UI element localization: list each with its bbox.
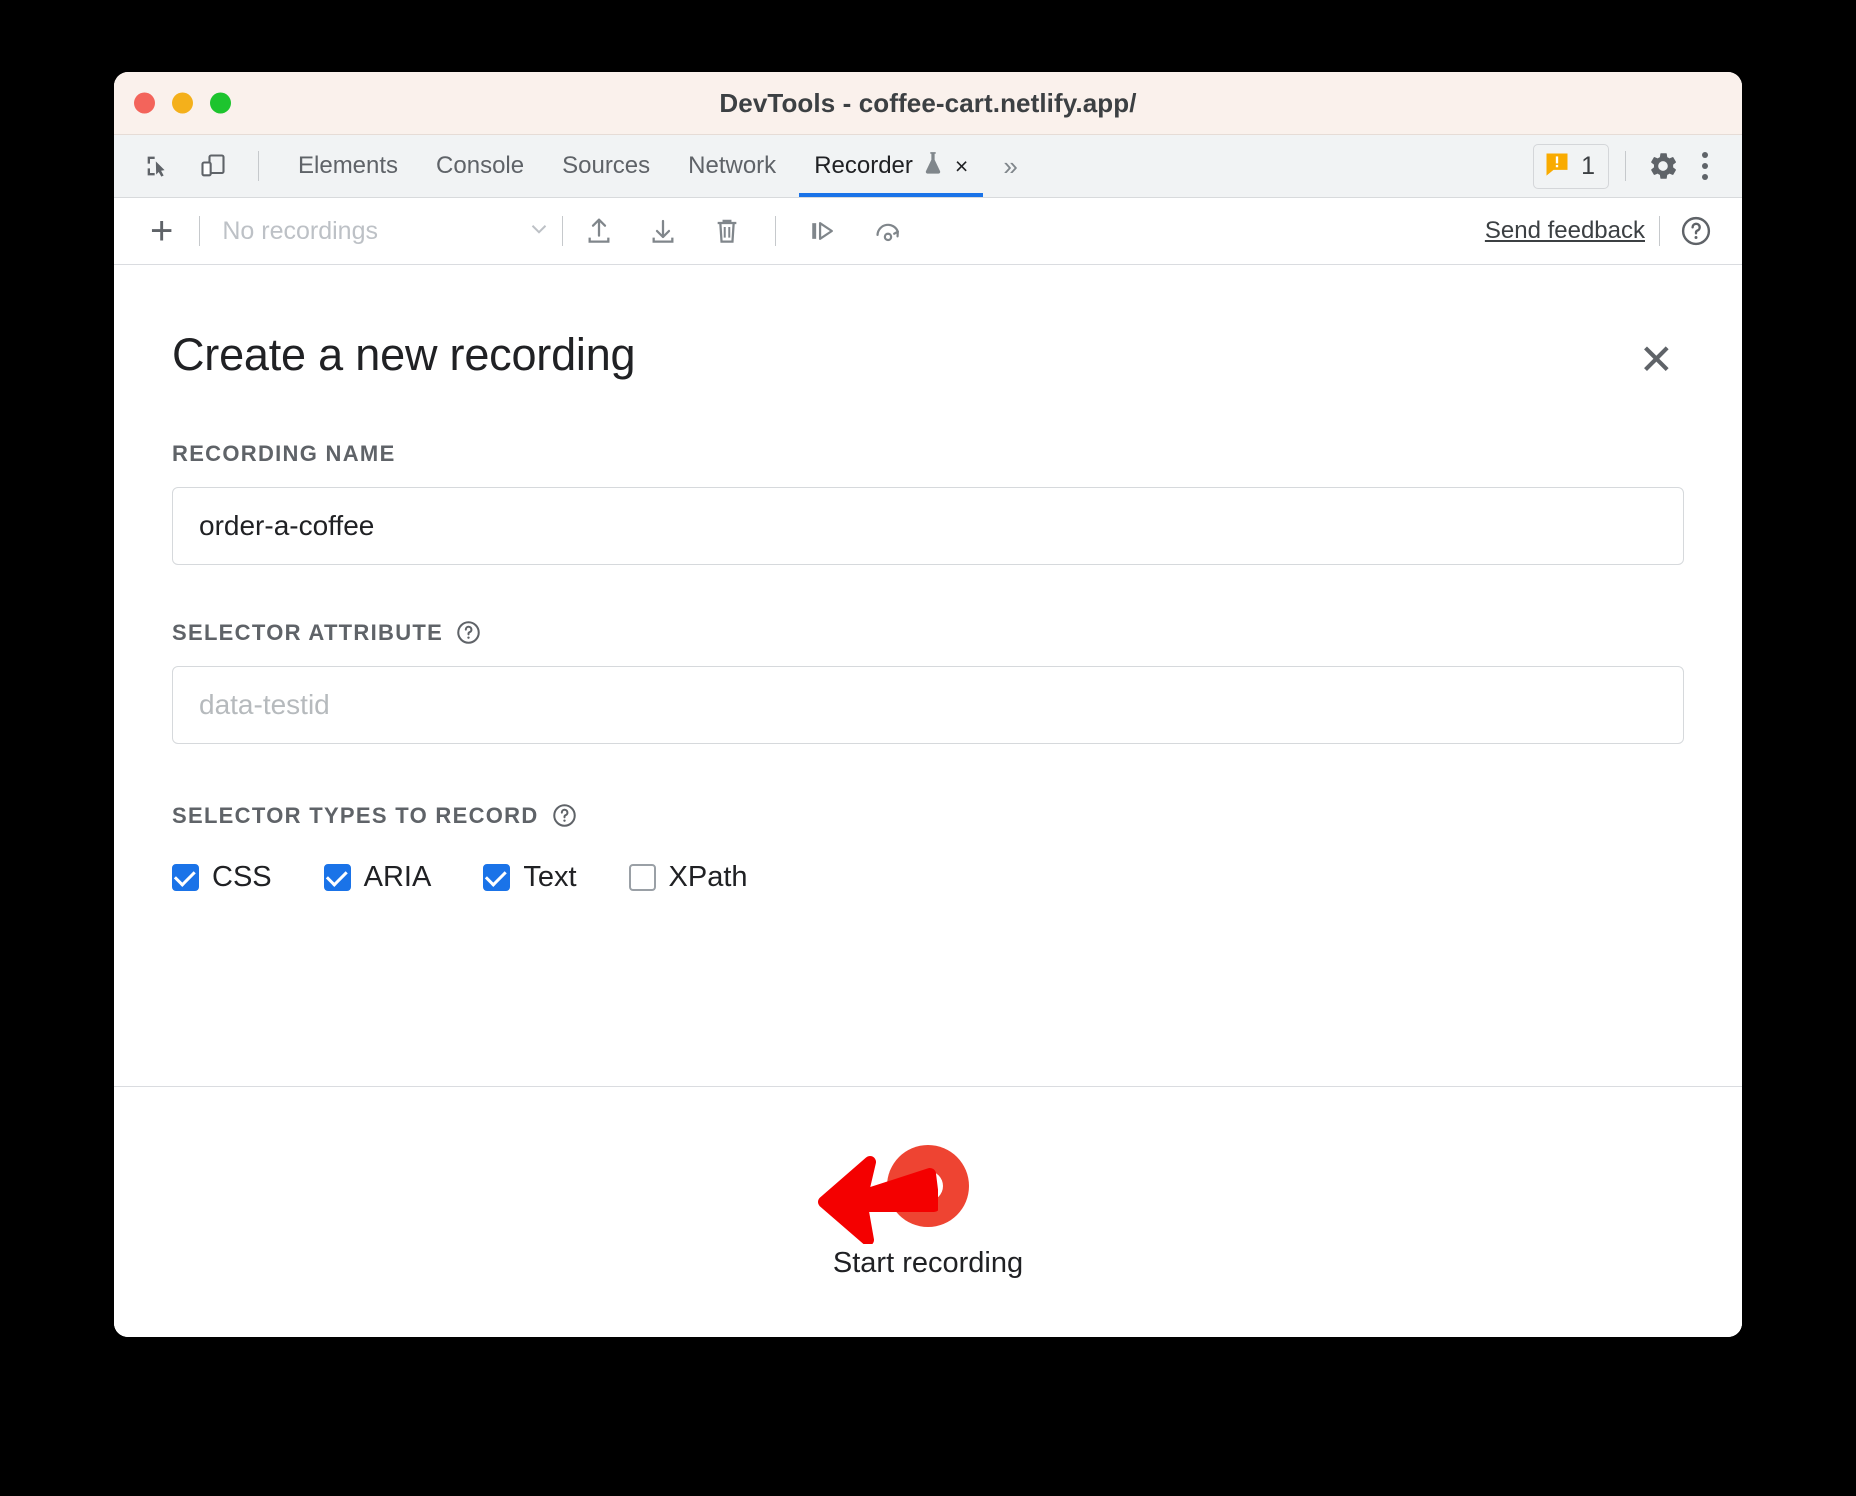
more-tabs-icon[interactable]: » <box>987 135 1033 197</box>
replay-step-icon[interactable] <box>798 209 850 253</box>
xpath-checkbox-label: XPath <box>669 861 748 894</box>
selector-type-xpath[interactable]: XPath <box>629 861 748 894</box>
tab-elements[interactable]: Elements <box>279 135 417 197</box>
minimize-window-button[interactable] <box>172 93 193 114</box>
send-feedback-link[interactable]: Send feedback <box>1485 217 1649 245</box>
recording-name-input[interactable] <box>172 487 1684 565</box>
warning-bubble-icon <box>1543 150 1571 183</box>
record-icon <box>913 1171 943 1201</box>
selector-attribute-label: SELECTOR ATTRIBUTE <box>172 619 1684 646</box>
recordings-select[interactable]: No recordings <box>222 216 552 247</box>
selector-attribute-help-icon[interactable] <box>455 619 482 646</box>
aria-checkbox-label: ARIA <box>364 861 432 894</box>
tab-network-label: Network <box>688 152 776 180</box>
replay-icon[interactable] <box>862 209 914 253</box>
recorder-toolbar: + No recordings <box>114 198 1742 265</box>
dialog-header: Create a new recording ✕ <box>172 265 1684 387</box>
selector-type-css[interactable]: CSS <box>172 861 272 894</box>
dialog-footer: Start recording <box>114 1087 1742 1337</box>
gear-icon[interactable] <box>1642 145 1684 187</box>
selector-type-aria[interactable]: ARIA <box>324 861 432 894</box>
selector-attribute-field: SELECTOR ATTRIBUTE <box>172 619 1684 744</box>
selector-types-label: SELECTOR TYPES TO RECORD <box>172 802 1684 829</box>
page-title: Create a new recording <box>172 329 635 381</box>
selector-type-text[interactable]: Text <box>483 861 576 894</box>
start-recording-button[interactable] <box>887 1145 969 1227</box>
tab-recorder-label: Recorder <box>814 152 913 180</box>
help-circle-icon[interactable] <box>1670 209 1722 253</box>
tab-network[interactable]: Network <box>669 135 795 197</box>
tab-bar-divider <box>258 151 259 181</box>
recordings-select-label: No recordings <box>222 217 378 246</box>
recording-name-field: RECORDING NAME <box>172 441 1684 565</box>
css-checkbox[interactable] <box>172 864 199 891</box>
recording-form: Create a new recording ✕ RECORDING NAME … <box>114 265 1742 1087</box>
selector-types-field: SELECTOR TYPES TO RECORD CSS <box>172 802 1684 894</box>
devtools-window: DevTools - coffee-cart.netlify.app/ Elem… <box>114 72 1742 1337</box>
toolbar-divider-3 <box>775 216 776 246</box>
add-recording-button[interactable]: + <box>134 211 189 251</box>
import-recording-icon[interactable] <box>573 209 625 253</box>
delete-recording-icon[interactable] <box>701 209 753 253</box>
aria-checkbox[interactable] <box>324 864 351 891</box>
selector-attribute-input[interactable] <box>172 666 1684 744</box>
tab-sources-label: Sources <box>562 152 650 180</box>
create-recording-dialog: Create a new recording ✕ RECORDING NAME … <box>114 265 1742 1337</box>
title-bar: DevTools - coffee-cart.netlify.app/ <box>114 72 1742 135</box>
tab-bar-right-tools: 1 <box>1533 135 1742 197</box>
toolbar-divider-4 <box>1659 216 1660 246</box>
tab-recorder[interactable]: Recorder × <box>795 135 987 197</box>
window-controls <box>134 93 231 114</box>
close-window-button[interactable] <box>134 93 155 114</box>
maximize-window-button[interactable] <box>210 93 231 114</box>
text-checkbox-label: Text <box>523 861 576 894</box>
text-checkbox[interactable] <box>483 864 510 891</box>
toolbar-divider-2 <box>562 216 563 246</box>
devtools-tab-bar: Elements Console Sources Network Recorde… <box>114 135 1742 198</box>
warning-count-label: 1 <box>1581 152 1595 181</box>
toolbar-divider-1 <box>199 216 200 246</box>
start-recording-label: Start recording <box>833 1247 1023 1280</box>
warning-count-badge[interactable]: 1 <box>1533 144 1609 189</box>
tab-bar-left-tools <box>114 135 269 197</box>
recording-name-label-text: RECORDING NAME <box>172 441 396 467</box>
export-recording-icon[interactable] <box>637 209 689 253</box>
right-tools-divider <box>1625 151 1626 181</box>
recorder-tool-icons <box>573 209 914 253</box>
devtools-tabs: Elements Console Sources Network Recorde… <box>279 135 1034 197</box>
selector-types-help-icon[interactable] <box>551 802 578 829</box>
chevron-down-icon <box>526 216 552 247</box>
close-icon[interactable]: ✕ <box>1629 333 1684 387</box>
xpath-checkbox[interactable] <box>629 864 656 891</box>
recording-name-label: RECORDING NAME <box>172 441 1684 467</box>
inspect-element-icon[interactable] <box>136 145 178 187</box>
tab-recorder-close-icon[interactable]: × <box>955 155 968 178</box>
kebab-menu-icon[interactable] <box>1690 144 1720 188</box>
tab-console-label: Console <box>436 152 524 180</box>
selector-types-label-text: SELECTOR TYPES TO RECORD <box>172 803 539 829</box>
tab-console[interactable]: Console <box>417 135 543 197</box>
selector-attribute-label-text: SELECTOR ATTRIBUTE <box>172 620 443 646</box>
tab-elements-label: Elements <box>298 152 398 180</box>
flask-icon <box>922 150 944 183</box>
device-toolbar-icon[interactable] <box>192 145 234 187</box>
css-checkbox-label: CSS <box>212 861 272 894</box>
window-title: DevTools - coffee-cart.netlify.app/ <box>719 88 1136 119</box>
tab-sources[interactable]: Sources <box>543 135 669 197</box>
selector-types-options: CSS ARIA Text XPath <box>172 861 1684 894</box>
